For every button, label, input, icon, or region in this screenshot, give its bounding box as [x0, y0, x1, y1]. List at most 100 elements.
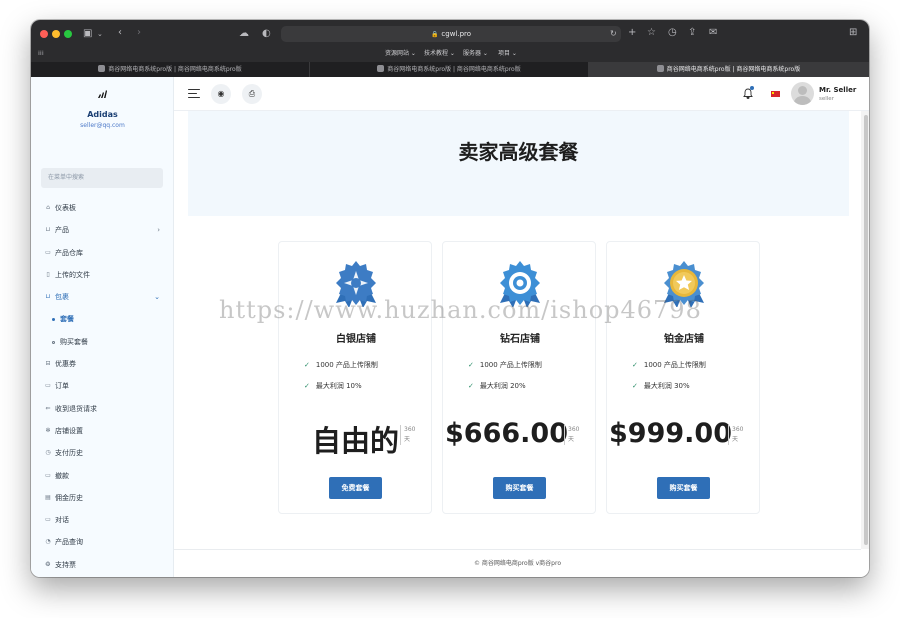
menu-search-input[interactable]: 在菜单中搜索 [41, 168, 163, 188]
browser-tab[interactable]: 商谷网络电商系统pro版 | 商谷网络电商系统pro版 [31, 62, 310, 77]
sidebar-toggle-icon[interactable]: ▣ [83, 29, 92, 39]
package-feature: ✓ 最大利润 10% [304, 382, 362, 390]
new-tab-icon[interactable]: + [628, 28, 636, 38]
sidebar-item-label: 仪表板 [55, 204, 76, 212]
buy-package-button[interactable]: 购买套餐 [657, 477, 710, 499]
sidebar: Adidas seller@qq.com 在菜单中搜索 ⌂ 仪表板 ⊔ 产品 › ▭ 产… [31, 77, 174, 577]
sidebar-item-returns[interactable]: ⇐ 收到退货请求 [31, 398, 174, 420]
menu-toggle-icon[interactable] [188, 89, 200, 99]
sidebar-subitem-buy-package[interactable]: 购买套餐 [31, 331, 174, 353]
sidebar-item-label: 产品查询 [55, 538, 83, 547]
user-name[interactable]: Mr. Seller [819, 86, 856, 94]
sidebar-item-conversations[interactable]: ▭ 对话 [31, 509, 174, 531]
sidebar-item-withdraw[interactable]: ▭ 撤款 [31, 465, 174, 487]
package-card: 铂金店铺 ✓ 1000 产品上传限制 ✓ 最大利润 30% $999.00 360 天… [606, 241, 760, 514]
sidebar-item-commission[interactable]: ▤ 佣金历史 [31, 487, 174, 509]
page-footer: © 商谷网络电商pro版 v商谷pro [174, 549, 861, 577]
page-title: 卖家高级套餐 [458, 140, 579, 164]
sidebar-item-support[interactable]: ❂ 支持票 [31, 554, 174, 576]
sidebar-item-product-queries[interactable]: ◔ 产品查询 [31, 531, 174, 553]
shield-icon[interactable]: ◐ [262, 29, 271, 39]
page-header: 卖家高级套餐 [188, 111, 849, 216]
top-navbar: ◉ ⎙ Mr. Seller seller [174, 77, 869, 111]
zoom-window-button[interactable] [64, 30, 72, 38]
scrollbar-thumb[interactable] [864, 115, 868, 545]
package-price: 自由的 [311, 424, 399, 458]
cloud-icon[interactable]: ☁ [239, 29, 249, 39]
bookmark-item[interactable]: 技术教程 ⌄ [424, 49, 455, 59]
sidebar-item-warehouse[interactable]: ▭ 产品仓库 [31, 242, 174, 264]
sidebar-item-label: 支持票 [55, 560, 76, 569]
sidebar-item-label: 对话 [55, 516, 69, 525]
sidebar-item-label: 支付历史 [55, 449, 83, 458]
package-price: $999.00 [609, 418, 732, 449]
favicon-icon [98, 65, 106, 72]
return-icon: ⇐ [45, 404, 51, 412]
package-price: $666.00 [445, 418, 568, 449]
sidebar-item-label: 上传的文件 [55, 270, 90, 279]
cart-icon: ⊔ [45, 226, 51, 234]
back-icon[interactable]: ‹ [118, 28, 122, 38]
package-period: 360 天 [728, 425, 748, 445]
bullet-icon [52, 340, 55, 344]
sidebar-item-label: 店铺设置 [55, 426, 83, 435]
tab-overview-icon[interactable]: ⊞ [849, 28, 857, 38]
forward-icon[interactable]: › [137, 28, 141, 38]
sidebar-menu: ⌂ 仪表板 ⊔ 产品 › ▭ 产品仓库 ▯ 上传的文件 ⊔ 包裹 ⌄ 套餐 购买套餐 ⊟ 优惠券… [31, 197, 174, 576]
avatar[interactable] [791, 82, 814, 105]
china-flag-icon[interactable] [771, 91, 780, 97]
reload-icon[interactable]: ↻ [610, 29, 617, 39]
inbox-icon: ▭ [45, 248, 51, 256]
lock-icon: 🔒 [430, 31, 439, 38]
sidebar-item-dashboard[interactable]: ⌂ 仪表板 [31, 197, 174, 219]
shop-email: seller@qq.com [80, 122, 125, 129]
sidebar-subitem-packages[interactable]: 套餐 [31, 308, 174, 330]
bookmark-item[interactable]: 服务器 ⌄ [463, 49, 488, 59]
share-icon[interactable]: ⇪ [688, 28, 696, 38]
print-button[interactable]: ⎙ [242, 84, 262, 104]
sidebar-item-label: 订单 [55, 382, 69, 391]
mail-icon[interactable]: ✉ [709, 28, 717, 38]
browser-tab[interactable]: 商谷网络电商系统pro版 | 商谷网络电商系统pro版 [310, 62, 589, 77]
minimize-window-button[interactable] [52, 30, 60, 38]
sidebar-item-products[interactable]: ⊔ 产品 › [31, 219, 174, 241]
user-role: seller [819, 96, 834, 102]
sidebar-item-packages[interactable]: ⊔ 包裹 ⌄ [31, 286, 174, 308]
sidebar-item-label: 佣金历史 [55, 493, 83, 502]
url-text: cgwl.pro [441, 30, 472, 38]
clock-icon[interactable]: ◷ [668, 28, 677, 38]
sidebar-item-label: 撤款 [55, 471, 69, 480]
package-period: 360 天 [400, 425, 420, 445]
support-icon: ❂ [45, 560, 51, 568]
sidebar-item-label: 套餐 [60, 315, 74, 324]
check-icon: ✓ [468, 382, 474, 390]
ticket-icon: ⊟ [45, 360, 51, 368]
globe-icon: ◉ [217, 89, 225, 98]
gear-icon: ✻ [45, 426, 51, 434]
bookmarks-bar: ⁞⁞⁞ 资源网站 ⌄ 技术教程 ⌄ 服务器 ⌄ 项目 ⌄ [31, 47, 869, 62]
bookmark-item[interactable]: 项目 ⌄ [498, 49, 517, 59]
sidebar-item-label: 产品 [55, 226, 69, 235]
sidebar-item-orders[interactable]: ▭ 订单 [31, 375, 174, 397]
buy-package-button[interactable]: 购买套餐 [493, 477, 546, 499]
sidebar-item-shop-settings[interactable]: ✻ 店铺设置 [31, 420, 174, 442]
sidebar-item-label: 优惠券 [55, 360, 76, 369]
chevron-down-icon[interactable]: ⌄ [97, 29, 103, 39]
check-icon: ✓ [468, 361, 474, 369]
sidebar-item-uploads[interactable]: ▯ 上传的文件 [31, 264, 174, 286]
check-icon: ✓ [632, 382, 638, 390]
package-card: 钻石店铺 ✓ 1000 产品上传限制 ✓ 最大利润 20% $666.00 360 天… [442, 241, 596, 514]
cart-icon: ⊔ [45, 293, 51, 301]
apps-grid-icon[interactable]: ⁞⁞⁞ [38, 49, 44, 59]
sidebar-item-payment-history[interactable]: ◷ 支付历史 [31, 442, 174, 464]
browser-tab-active[interactable]: 商谷网络电商系统pro版 | 商谷网络电商系统pro版 [589, 62, 869, 77]
money-icon: ▭ [45, 382, 51, 390]
globe-button[interactable]: ◉ [211, 84, 231, 104]
sidebar-item-coupons[interactable]: ⊟ 优惠券 [31, 353, 174, 375]
package-feature: ✓ 1000 产品上传限制 [632, 361, 706, 369]
free-package-button[interactable]: 免费套餐 [329, 477, 382, 499]
star-icon[interactable]: ☆ [647, 28, 656, 38]
bookmark-item[interactable]: 资源网站 ⌄ [385, 49, 416, 59]
address-bar[interactable]: 🔒 cgwl.pro [281, 26, 621, 42]
close-window-button[interactable] [40, 30, 48, 38]
